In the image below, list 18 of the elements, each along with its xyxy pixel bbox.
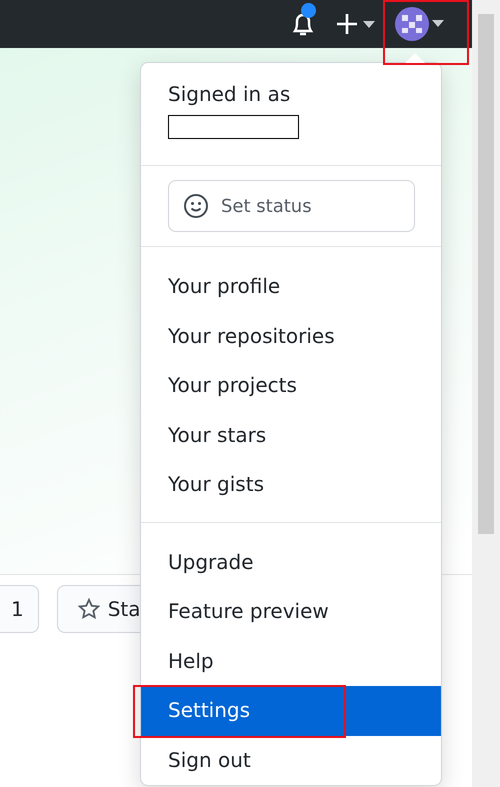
menu-item[interactable]: Sign out (141, 736, 441, 785)
menu-item[interactable]: Your stars (141, 410, 441, 460)
star-icon (78, 598, 100, 620)
smiley-icon (183, 193, 209, 219)
menu-item[interactable]: Your gists (141, 460, 441, 510)
menu-item[interactable]: Help (141, 636, 441, 686)
scrollbar-thumb[interactable] (478, 14, 494, 534)
menu-item[interactable]: Upgrade (141, 538, 441, 587)
menu-item[interactable]: Settings (141, 686, 441, 736)
signed-in-label: Signed in as (168, 81, 292, 108)
count-button[interactable]: 1 (0, 585, 39, 633)
menu-item[interactable]: Your profile (141, 262, 441, 312)
menu-item[interactable]: Your projects (141, 361, 441, 410)
create-new-icon[interactable] (336, 13, 376, 35)
menu-item[interactable]: Your repositories (141, 312, 441, 361)
set-status-button[interactable]: Set status (168, 180, 415, 232)
scrollbar[interactable] (472, 0, 500, 787)
avatar-icon[interactable] (394, 6, 444, 42)
